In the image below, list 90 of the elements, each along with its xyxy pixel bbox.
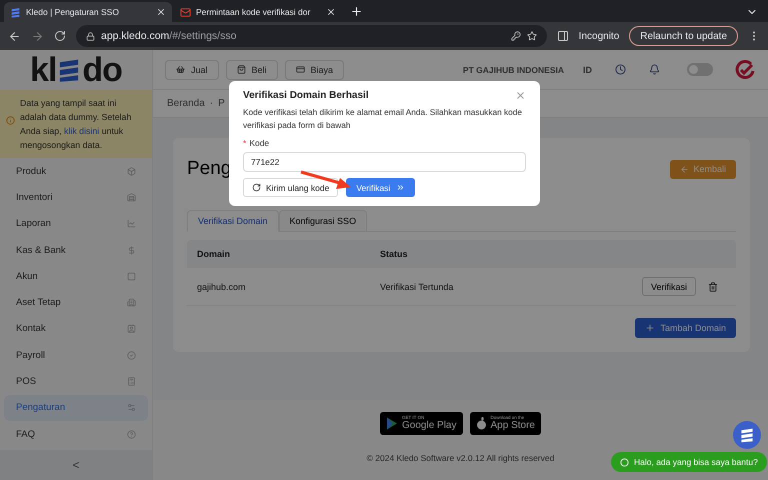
resend-code-button[interactable]: Kirim ulang kode: [243, 178, 338, 197]
lock-icon: [86, 32, 95, 40]
url-path: /#/settings/sso: [169, 30, 238, 42]
url-host: app.kledo.com: [101, 30, 170, 42]
theme-toggle[interactable]: [687, 63, 713, 76]
browser-tab[interactable]: Permintaan kode verifikasi dor: [174, 2, 342, 22]
clock-icon[interactable]: [615, 64, 626, 75]
collapse-sidebar-button[interactable]: <: [0, 450, 152, 480]
profile-logo-icon[interactable]: [734, 58, 756, 80]
language-selector[interactable]: ID: [583, 64, 592, 74]
card-icon: [296, 65, 305, 74]
close-icon[interactable]: [156, 7, 166, 17]
address-bar[interactable]: app.kledo.com/#/settings/sso: [76, 25, 547, 47]
page-tab[interactable]: Verifikasi Domain: [187, 210, 279, 232]
star-icon[interactable]: [526, 31, 537, 41]
sidebar-item[interactable]: Payroll: [4, 342, 148, 368]
sidebar-item[interactable]: Inventori: [4, 184, 148, 211]
sidebar-item[interactable]: Kontak: [4, 316, 148, 342]
contact-card-icon: [127, 324, 136, 334]
help-icon: [127, 430, 136, 439]
bell-icon[interactable]: [649, 64, 660, 75]
quick-action-button[interactable]: Biaya: [284, 60, 344, 80]
key-icon[interactable]: [510, 31, 521, 41]
verify-button[interactable]: Verifikasi: [642, 277, 696, 296]
breadcrumb-separator: ·: [210, 98, 214, 109]
basket-icon: [176, 65, 185, 74]
app-logo-icon: [739, 427, 755, 443]
chat-bubble-icon: [620, 458, 629, 466]
bag-icon: [236, 65, 246, 74]
warehouse-icon: [127, 192, 136, 202]
required-mark: *: [243, 138, 246, 148]
logo-text: kl: [30, 50, 56, 90]
close-icon[interactable]: [326, 7, 336, 17]
calculator-icon: [127, 377, 136, 386]
incognito-label[interactable]: Incognito: [578, 30, 620, 42]
copyright-text: © 2024 Kledo Software v2.0.12 All rights reserved: [366, 453, 554, 463]
sidebar-item[interactable]: FAQ: [4, 420, 148, 448]
side-panel-icon[interactable]: [556, 30, 569, 42]
sidebar-item[interactable]: Pengaturan: [4, 394, 148, 421]
column-header: Domain: [197, 249, 232, 259]
sidebar-item[interactable]: POS: [4, 368, 148, 395]
double-chevron-icon: [396, 183, 406, 192]
app-logo-icon: [10, 6, 21, 18]
dialog-title: Verifikasi Domain Berhasil: [243, 90, 369, 101]
reload-icon[interactable]: [54, 30, 66, 42]
quick-action-button[interactable]: Jual: [165, 60, 219, 80]
breadcrumb-item[interactable]: P: [218, 98, 225, 109]
sidebar-item[interactable]: Akun: [4, 263, 148, 290]
status-cell-text: Verifikasi Tertunda: [380, 282, 454, 292]
tab-title: Permintaan kode verifikasi dor: [196, 7, 312, 17]
check-circle-icon: [127, 350, 136, 360]
chart-icon: [127, 219, 136, 228]
arrow-left-icon: [680, 164, 690, 174]
add-domain-button[interactable]: Tambah Domain: [635, 318, 736, 338]
notice-text: Data yang tampil saat ini adalah data dummy. Setelah Anda siap, klik disini untuk mengosongkan data.: [20, 97, 132, 152]
company-selector[interactable]: PT GAJIHUB INDONESIA: [462, 64, 564, 74]
mail-icon: [180, 6, 191, 18]
square-icon: [127, 272, 136, 281]
relaunch-button[interactable]: Relaunch to update: [629, 26, 738, 46]
back-icon[interactable]: [8, 30, 21, 42]
dialog-message: Kode verifikasi telah dikirim ke alamat email Anda. Silahkan masukkan kode verifikasi pada form di bawah: [243, 106, 524, 132]
refresh-icon: [252, 183, 261, 192]
verify-submit-button[interactable]: Verifikasi: [346, 178, 416, 197]
breadcrumb-item[interactable]: Beranda: [167, 98, 205, 109]
building-icon: [127, 298, 136, 308]
domain-cell-text: gajihub.com: [197, 282, 247, 292]
box-icon: [127, 166, 136, 176]
sidebar-item[interactable]: Produk: [4, 158, 148, 184]
column-header: Status: [380, 249, 409, 259]
browser-tab[interactable]: Kledo | Pengaturan SSO: [4, 2, 172, 22]
delete-icon[interactable]: [708, 282, 718, 292]
clear-data-link[interactable]: klik disini: [64, 126, 100, 136]
settings-icon: [127, 403, 136, 412]
close-button[interactable]: [515, 90, 526, 101]
new-tab-icon[interactable]: [350, 5, 363, 18]
page-tab[interactable]: Konfigurasi SSO: [278, 210, 368, 232]
sidebar-item[interactable]: Kas & Bank: [4, 236, 148, 264]
code-input-field[interactable]: 771e22: [243, 152, 526, 172]
tab-title: Kledo | Pengaturan SSO: [26, 7, 120, 17]
play-store-icon: [386, 417, 398, 430]
sidebar-item[interactable]: Aset Tetap: [4, 289, 148, 316]
field-label: * Kode: [243, 138, 270, 148]
forward-icon[interactable]: [31, 30, 44, 42]
plus-icon: [645, 323, 656, 333]
logo-text: do: [82, 50, 122, 90]
info-icon: [6, 116, 15, 125]
dollar-icon: [127, 246, 136, 255]
quick-action-button[interactable]: Beli: [226, 60, 278, 80]
whatsapp-chat-button[interactable]: Halo, ada yang bisa saya bantu?: [611, 452, 767, 472]
sidebar-item[interactable]: Laporan: [4, 210, 148, 237]
